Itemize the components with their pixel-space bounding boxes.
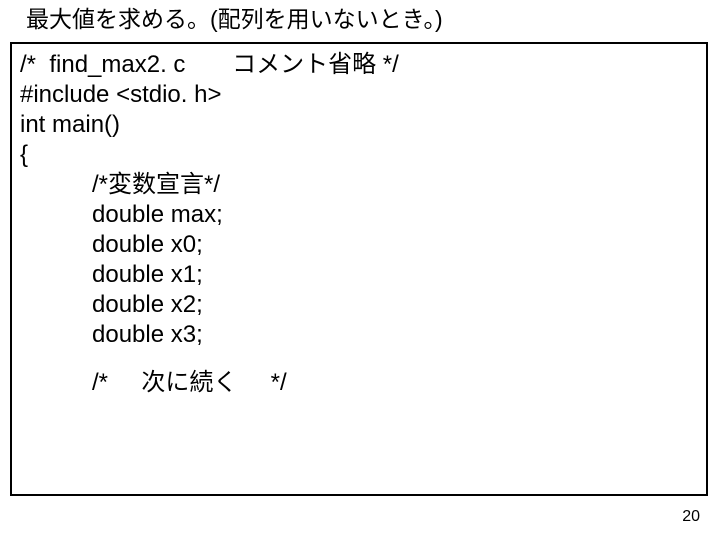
code-line: int main()	[20, 110, 698, 140]
slide-title: 最大値を求める。(配列を用いないとき。)	[26, 0, 443, 34]
page-number: 20	[682, 508, 700, 526]
code-line: /*変数宣言*/	[20, 170, 698, 200]
code-line: double x1;	[20, 260, 698, 290]
slide: 最大値を求める。(配列を用いないとき。) /* find_max2. c コメン…	[0, 0, 720, 540]
code-line: #include <stdio. h>	[20, 80, 698, 110]
blank-line	[20, 350, 698, 368]
code-line: double x0;	[20, 230, 698, 260]
code-line: double x3;	[20, 320, 698, 350]
code-line: double max;	[20, 200, 698, 230]
code-line: /* find_max2. c コメント省略 */	[20, 50, 698, 80]
code-block: /* find_max2. c コメント省略 */ #include <stdi…	[10, 42, 708, 496]
code-line: {	[20, 140, 698, 170]
code-line: /* 次に続く */	[20, 368, 698, 398]
code-line: double x2;	[20, 290, 698, 320]
